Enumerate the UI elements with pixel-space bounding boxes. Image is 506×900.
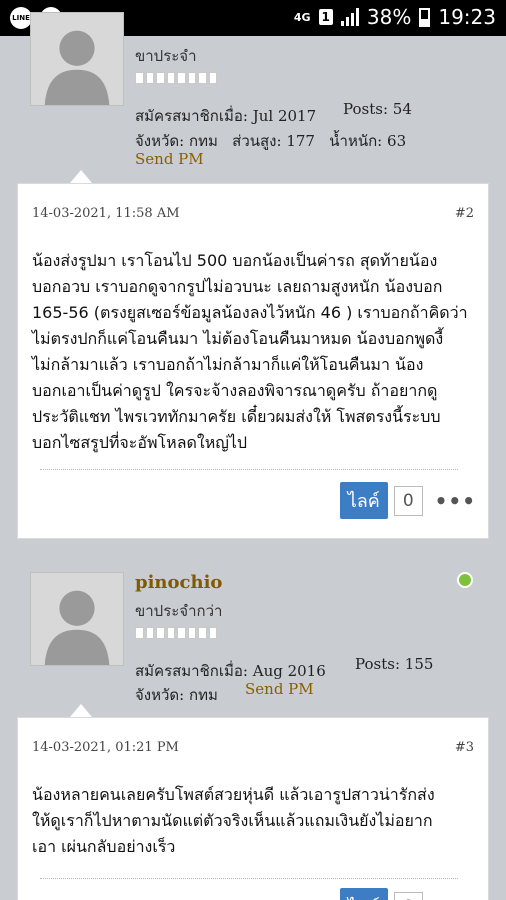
clock: 19:23 [438,5,496,29]
user-title: ขาประจำกว่า [135,602,223,620]
more-options-icon[interactable]: ••• [435,895,476,900]
message-line: 165-56 (ตรงยูสเซอร์ข้อมูลน้องลงไว้หนัก 4… [32,303,468,322]
post-header: 14-03-2021, 01:21 PM #3 [32,740,474,755]
message-line: น้องส่งรูปมา เราโอนไป 500 บอกน้องเป็นค่า… [32,251,438,270]
message-line: บอกไซสรูปที่จะอัพโหลดใหญ่ไป [32,433,248,452]
message-line: เอา เผ่นกลับอย่างเร็ว [32,837,176,856]
user-title: ขาประจำ [135,47,197,65]
send-pm-link[interactable]: Send PM [135,150,204,168]
like-button[interactable]: ไลค์ [339,888,388,900]
post-count: Posts: 54 [343,100,412,118]
default-avatar-icon [31,573,123,665]
more-options-icon[interactable]: ••• [435,489,476,513]
post-header: 14-03-2021, 11:58 AM #2 [32,206,474,221]
username-link[interactable]: pinochio [135,572,222,593]
bubble-pointer [70,170,92,183]
send-pm-link[interactable]: Send PM [245,680,314,698]
post-count: Posts: 155 [355,655,434,673]
post-message: น้องหลายคนเลยครับโพสต์สวยหุ่นดี แล้วเอาร… [32,782,476,860]
line-app-icon: LINE [10,7,32,29]
bubble-pointer [70,704,92,717]
post-actions: ไลค์ 0 ••• [339,482,476,519]
like-count: 0 [393,485,423,516]
signal-icon [340,8,359,26]
user-info: pinochio ขาประจำกว่า สมัครสมาชิกเมื่อ: A… [15,556,491,706]
avatar[interactable] [30,572,124,666]
avatar[interactable] [30,12,124,106]
message-line: ให้ดูเราก็ไปหาตามนัดแต่ตัวจริงเห็นแล้วแถ… [32,811,433,830]
post: ขาประจำ สมัครสมาชิกเมื่อ: Jul 2017 Posts… [15,12,491,542]
like-count: 0 [393,891,423,900]
divider [40,469,458,470]
divider [40,878,458,879]
reputation-bar [135,627,217,639]
sim-icon: 1 [318,9,333,25]
reputation-bar [135,72,217,84]
message-line: บอกเอาเป็นค่าดูรูป ใครจะจ้างลองพิจารณาดู… [32,381,438,400]
user-details: จังหวัด: กทม [135,686,218,704]
default-avatar-icon [31,13,123,105]
post-number-link[interactable]: #3 [455,740,474,755]
battery-percent: 38% [366,5,412,29]
post-date: 14-03-2021, 01:21 PM [32,740,179,755]
message-line: น้องหลายคนเลยครับโพสต์สวยหุ่นดี แล้วเอาร… [32,785,435,804]
message-line: บอกอวบ เราบอกดูจากรูปไม่อวบนะ เลยถามสูงห… [32,277,443,296]
post-message: น้องส่งรูปมา เราโอนไป 500 บอกน้องเป็นค่า… [32,248,476,456]
like-button[interactable]: ไลค์ [339,482,388,519]
message-box: 14-03-2021, 01:21 PM #3 น้องหลายคนเลยครั… [17,717,489,900]
post: pinochio ขาประจำกว่า สมัครสมาชิกเมื่อ: A… [15,556,491,900]
online-status-icon [457,572,473,588]
member-since: สมัครสมาชิกเมื่อ: Jul 2017 [135,107,317,125]
battery-icon [419,7,431,27]
message-box: 14-03-2021, 11:58 AM #2 น้องส่งรูปมา เรา… [17,183,489,539]
network-type-label: 4G [293,10,311,24]
post-number-link[interactable]: #2 [455,206,474,221]
message-line: ไม่กล้ามาแล้ว เราบอกถ้าไม่กล้ามาก็แค่ให้… [32,355,424,374]
message-line: ไม่ตรงปกก็แค่โอนคืนมา ไม่ต้องโอนคืนมาหมด… [32,329,444,348]
message-line: ประวัติแชท ไพรเวททักมาครัย เดี๋ยวผมส่งให… [32,407,441,426]
post-date: 14-03-2021, 11:58 AM [32,206,180,221]
user-info: ขาประจำ สมัครสมาชิกเมื่อ: Jul 2017 Posts… [15,12,491,186]
post-actions: ไลค์ 0 ••• [339,888,476,900]
